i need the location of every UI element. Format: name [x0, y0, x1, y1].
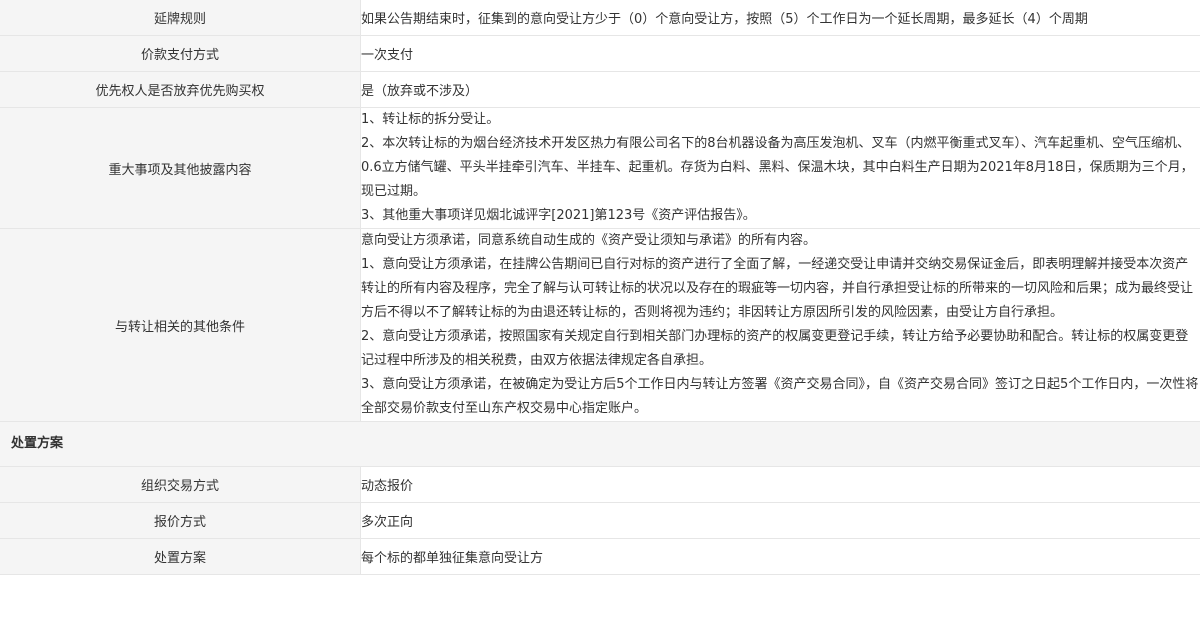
major-matters-line: 2、本次转让标的为烟台经济技术开发区热力有限公司名下的8台机器设备为高压发泡机、… — [361, 136, 1194, 199]
table-row: 报价方式 多次正向 — [0, 502, 1200, 539]
row-label-payment-method: 价款支付方式 — [0, 35, 361, 72]
table-row: 价款支付方式 一次支付 — [0, 35, 1200, 72]
row-label-quote-method: 报价方式 — [0, 502, 361, 539]
table-row: 与转让相关的其他条件 意向受让方须承诺，同意系统自动生成的《资产受让须知与承诺》… — [0, 228, 1200, 422]
major-matters-line: 3、其他重大事项详见烟北诚评字[2021]第123号《资产评估报告》。 — [361, 208, 756, 223]
row-value-trading-method: 动态报价 — [360, 467, 1200, 503]
row-value-other-conditions: 意向受让方须承诺，同意系统自动生成的《资产受让须知与承诺》的所有内容。 1、意向… — [360, 228, 1200, 422]
row-value-quote-method: 多次正向 — [360, 502, 1200, 539]
row-label-major-matters: 重大事项及其他披露内容 — [0, 107, 361, 229]
table-row: 组织交易方式 动态报价 — [0, 467, 1200, 503]
listing-details: 延牌规则 如果公告期结束时，征集到的意向受让方少于（0）个意向受让方，按照（5）… — [0, 0, 1200, 575]
table-row: 延牌规则 如果公告期结束时，征集到的意向受让方少于（0）个意向受让方，按照（5）… — [0, 0, 1200, 36]
table-row: 优先权人是否放弃优先购买权 是（放弃或不涉及） — [0, 71, 1200, 108]
table-row: 重大事项及其他披露内容 1、转让标的拆分受让。 2、本次转让标的为烟台经济技术开… — [0, 107, 1200, 229]
row-label-other-conditions: 与转让相关的其他条件 — [0, 228, 361, 422]
table-row: 处置方案 每个标的都单独征集意向受让方 — [0, 538, 1200, 575]
row-value-major-matters: 1、转让标的拆分受让。 2、本次转让标的为烟台经济技术开发区热力有限公司名下的8… — [360, 107, 1200, 229]
info-table-bottom: 组织交易方式 动态报价 报价方式 多次正向 处置方案 每个标的都单独征集意向受让… — [0, 467, 1200, 575]
row-value-payment-method: 一次支付 — [360, 35, 1200, 72]
major-matters-line: 1、转让标的拆分受让。 — [361, 112, 500, 127]
row-label-preemptive-right: 优先权人是否放弃优先购买权 — [0, 71, 361, 108]
info-table-top: 延牌规则 如果公告期结束时，征集到的意向受让方少于（0）个意向受让方，按照（5）… — [0, 0, 1200, 422]
section-header-disposal-plan: 处置方案 — [0, 422, 1200, 467]
row-value-disposal-plan: 每个标的都单独征集意向受让方 — [360, 538, 1200, 575]
row-value-preemptive-right: 是（放弃或不涉及） — [360, 71, 1200, 108]
row-label-disposal-plan: 处置方案 — [0, 538, 361, 575]
other-conditions-line: 3、意向受让方须承诺，在被确定为受让方后5个工作日内与转让方签署《资产交易合同》… — [361, 377, 1199, 416]
other-conditions-line: 2、意向受让方须承诺，按照国家有关规定自行到相关部门办理标的资产的权属变更登记手… — [361, 329, 1189, 368]
row-label-extension-rule: 延牌规则 — [0, 0, 361, 36]
other-conditions-line: 1、意向受让方须承诺，在挂牌公告期间已自行对标的资产进行了全面了解，一经递交受让… — [361, 257, 1194, 320]
row-label-trading-method: 组织交易方式 — [0, 467, 361, 503]
row-value-extension-rule: 如果公告期结束时，征集到的意向受让方少于（0）个意向受让方，按照（5）个工作日为… — [360, 0, 1200, 36]
other-conditions-line: 意向受让方须承诺，同意系统自动生成的《资产受让须知与承诺》的所有内容。 — [361, 233, 817, 248]
